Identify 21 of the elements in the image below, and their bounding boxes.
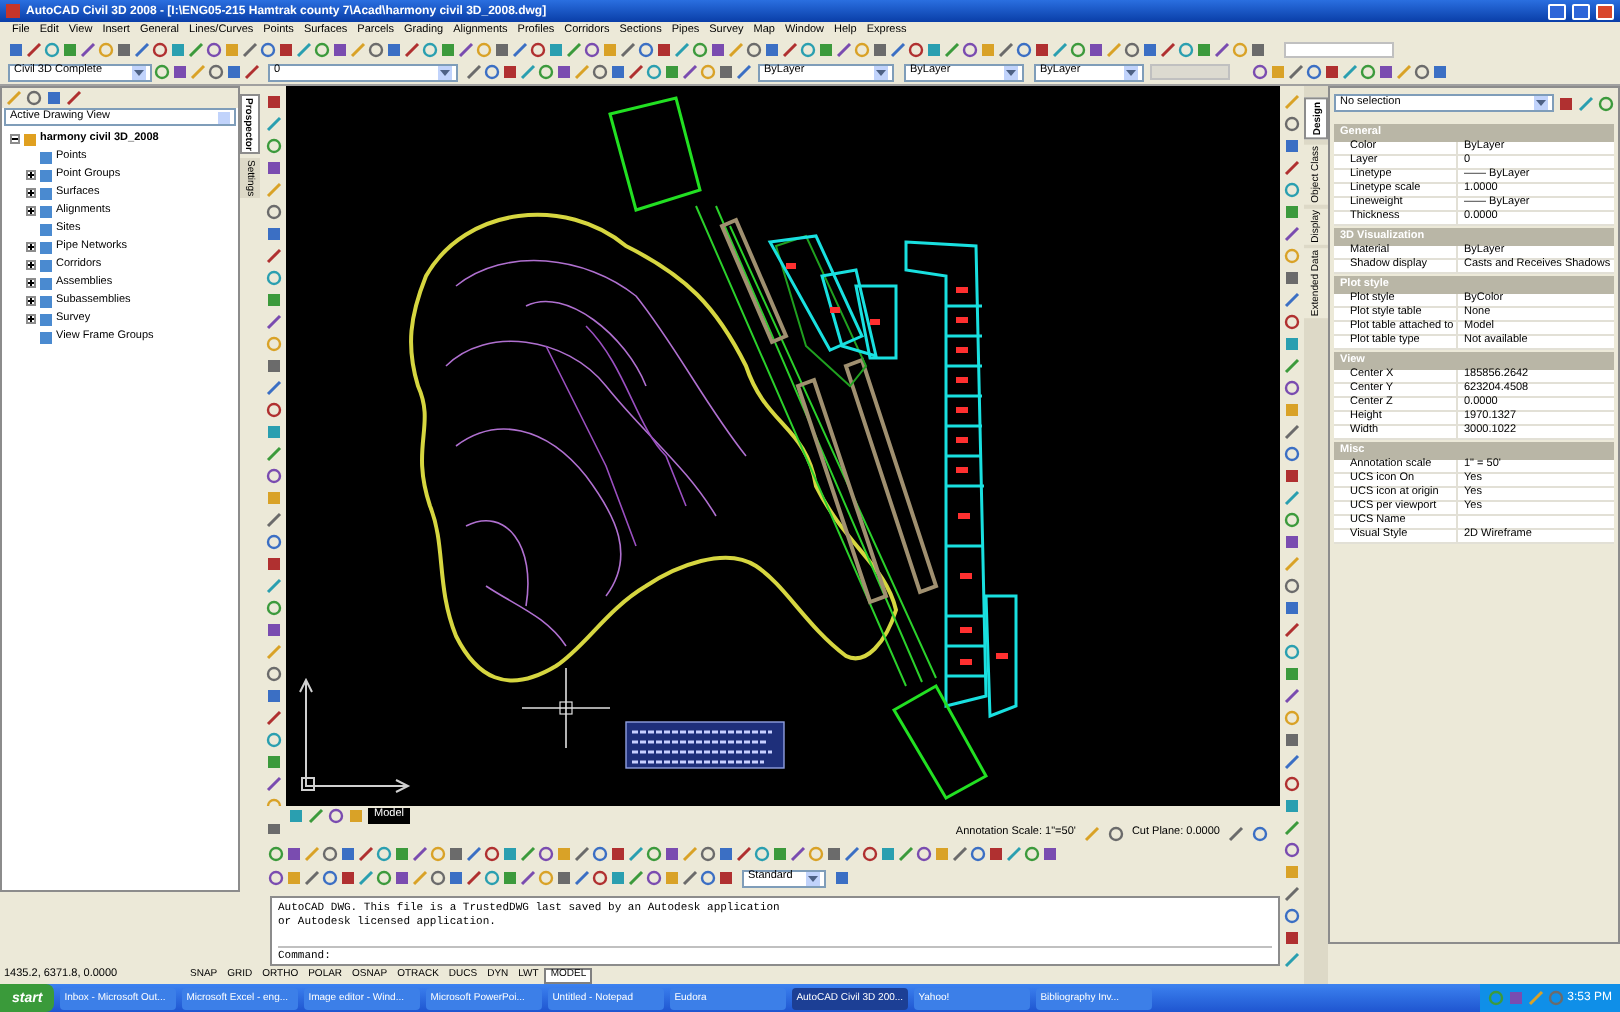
expand-toggle-icon[interactable] [26,188,36,198]
expand-toggle-icon[interactable] [26,260,36,270]
help-search-field[interactable] [1284,42,1394,58]
expand-toggle-icon[interactable] [26,278,36,288]
expand-toggle-icon[interactable] [10,134,20,144]
dropdown-arrow-icon [806,871,820,885]
dropdown-arrow-icon [1534,96,1548,110]
dropdown-arrow-icon [132,65,146,79]
crosshair-icon [521,667,611,749]
ucs-icon [299,677,411,793]
dropdown-arrow-icon [438,65,452,79]
expand-toggle-icon[interactable] [26,170,36,180]
expand-toggle-icon[interactable] [26,314,36,324]
dropdown-arrow-icon [1124,65,1138,79]
dropdown-arrow-icon [1004,65,1018,79]
expand-toggle-icon[interactable] [26,206,36,216]
dropdown-arrow-icon [874,65,888,79]
expand-toggle-icon[interactable] [26,242,36,252]
close-button[interactable] [1596,3,1614,19]
app-icon [6,4,20,18]
expand-toggle-icon[interactable] [26,296,36,306]
